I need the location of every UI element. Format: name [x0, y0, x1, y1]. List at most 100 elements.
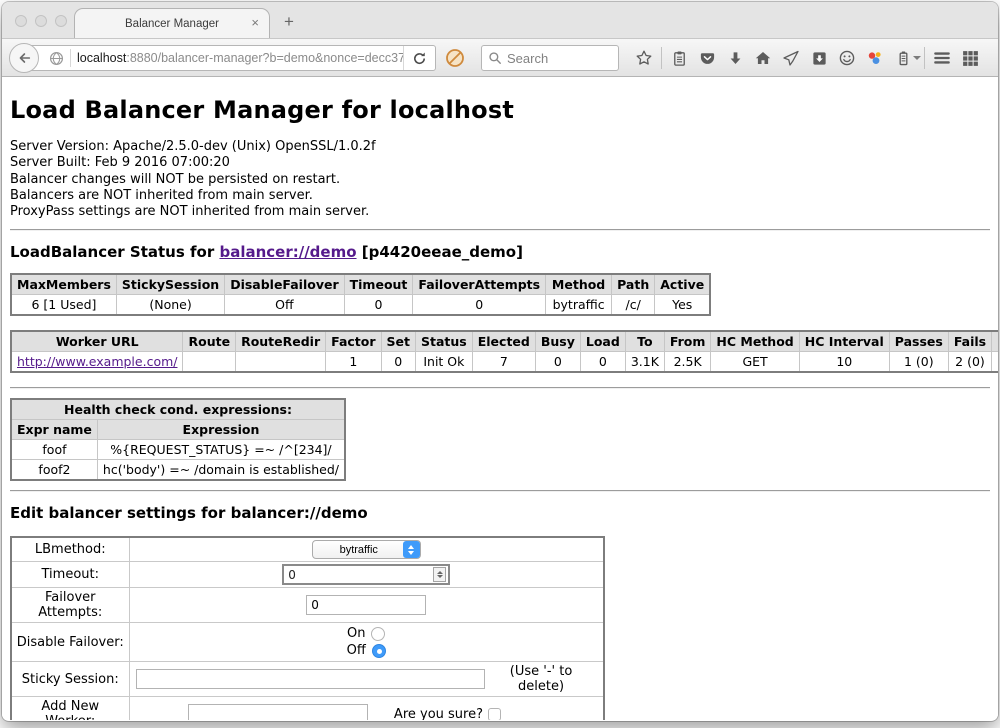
tab-title: Balancer Manager — [125, 18, 219, 30]
downloads-button[interactable] — [721, 39, 749, 77]
hamburger-menu-icon — [932, 48, 952, 68]
tab-close-icon[interactable]: × — [251, 16, 259, 30]
back-button[interactable] — [9, 43, 39, 73]
colored-dots-icon — [866, 49, 884, 67]
health-table-header-row: Expr name Expression — [11, 420, 345, 440]
bookmark-star-button[interactable] — [630, 39, 658, 77]
col-expr-name: Expr name — [11, 420, 97, 440]
save-panel-button[interactable] — [805, 39, 833, 77]
container-menu-caret-icon[interactable] — [913, 56, 921, 60]
number-spinner-icon[interactable] — [433, 567, 446, 582]
lbmethod-selected-value: bytraffic — [315, 544, 403, 556]
radio-on-label: On — [347, 626, 365, 641]
star-icon — [635, 49, 653, 67]
col-expression: Expression — [97, 420, 345, 440]
disable-failover-label: Disable Failover: — [11, 623, 129, 662]
search-input[interactable] — [507, 51, 603, 66]
lbmethod-select[interactable]: bytraffic — [312, 540, 421, 559]
server-version: Server Version: Apache/2.5.0-dev (Unix) … — [10, 139, 990, 155]
battery-icon — [895, 50, 912, 67]
failover-on-radio[interactable] — [371, 627, 385, 641]
browser-window: Balancer Manager × + localhost:8880/bala… — [2, 2, 998, 721]
reload-button[interactable] — [403, 46, 435, 70]
minimize-window-button[interactable] — [35, 15, 47, 27]
home-icon — [754, 49, 772, 67]
worker-url-link[interactable]: http://www.example.com/ — [17, 354, 177, 369]
tab-balancer-manager[interactable]: Balancer Manager × — [74, 8, 270, 38]
apps-grid-button[interactable] — [956, 39, 984, 77]
health-table-title: Health check cond. expressions: — [11, 399, 345, 420]
health-table-row: foof %{REQUEST_STATUS} =~ /^[234]/ — [11, 440, 345, 460]
val-to: 3.1K — [625, 352, 664, 373]
edit-settings-heading: Edit balancer settings for balancer://de… — [10, 504, 990, 522]
home-button[interactable] — [749, 39, 777, 77]
reload-icon — [412, 51, 427, 66]
tab-bar: Balancer Manager × + — [2, 2, 998, 38]
content-block-button[interactable] — [445, 48, 465, 68]
status-heading-prefix: LoadBalancer Status for — [10, 243, 219, 261]
close-window-button[interactable] — [15, 15, 27, 27]
col-elected: Elected — [472, 331, 535, 352]
toolbar-icons — [630, 39, 984, 77]
val-set: 0 — [381, 352, 415, 373]
are-you-sure-label: Are you sure? — [394, 707, 483, 720]
toolbar-separator — [924, 47, 925, 69]
failover-off-radio[interactable] — [372, 644, 386, 658]
health-table-row: foof2 hc('body') =~ /domain is establish… — [11, 460, 345, 481]
smiley-icon — [838, 49, 856, 67]
menu-button[interactable] — [928, 39, 956, 77]
url-text: localhost:8880/balancer-manager?b=demo&n… — [77, 51, 403, 65]
pocket-button[interactable] — [693, 39, 721, 77]
val-from: 2.5K — [664, 352, 711, 373]
site-globe-icon — [49, 51, 64, 66]
timeout-input[interactable]: 0 — [282, 564, 450, 585]
notice-proxypass: ProxyPass settings are NOT inherited fro… — [10, 204, 990, 220]
zoom-window-button[interactable] — [55, 15, 67, 27]
col-busy: Busy — [535, 331, 580, 352]
extension-dots-button[interactable] — [861, 39, 889, 77]
reading-list-button[interactable] — [665, 39, 693, 77]
search-icon — [488, 51, 502, 65]
page-title: Load Balancer Manager for localhost — [10, 96, 990, 124]
col-disablefailover: DisableFailover — [225, 274, 344, 295]
page-content: Load Balancer Manager for localhost Serv… — [2, 77, 998, 720]
val-status: Init Ok — [416, 352, 473, 373]
col-worker-url: Worker URL — [11, 331, 183, 352]
val-hc-uri — [992, 352, 998, 373]
are-you-sure-checkbox[interactable] — [488, 708, 501, 720]
col-status: Status — [416, 331, 473, 352]
col-active: Active — [655, 274, 710, 295]
select-stepper-icon — [403, 541, 420, 558]
sticky-session-input[interactable] — [136, 669, 486, 689]
download-arrow-icon — [727, 50, 744, 67]
col-hc-interval: HC Interval — [799, 331, 889, 352]
col-routeredir: RouteRedir — [236, 331, 326, 352]
new-tab-button[interactable]: + — [284, 12, 294, 32]
hello-button[interactable] — [777, 39, 805, 77]
url-bar[interactable]: localhost:8880/balancer-manager?b=demo&n… — [24, 45, 436, 71]
balancer-settings-form: LBmethod: bytraffic Timeout: 0 — [10, 536, 605, 720]
add-worker-label: Add New Worker: — [11, 697, 129, 720]
val-hc-interval: 10 — [799, 352, 889, 373]
col-set: Set — [381, 331, 415, 352]
balancer-demo-link[interactable]: balancer://demo — [219, 243, 356, 261]
col-timeout: Timeout — [344, 274, 413, 295]
val-path: /c/ — [612, 295, 655, 316]
val-disablefailover: Off — [225, 295, 344, 316]
failover-attempts-input[interactable] — [306, 595, 426, 615]
val-expression-1: %{REQUEST_STATUS} =~ /^[234]/ — [97, 440, 345, 460]
notice-persist: Balancer changes will NOT be persisted o… — [10, 172, 990, 188]
server-info: Server Version: Apache/2.5.0-dev (Unix) … — [10, 139, 990, 220]
val-hc-method: GET — [711, 352, 799, 373]
section-divider — [10, 229, 990, 231]
search-bar[interactable] — [481, 45, 619, 71]
status-heading: LoadBalancer Status for balancer://demo … — [10, 243, 990, 261]
val-expr-name-1: foof — [11, 440, 97, 460]
val-method: bytraffic — [546, 295, 612, 316]
col-passes: Passes — [889, 331, 948, 352]
col-to: To — [625, 331, 664, 352]
add-worker-input[interactable] — [188, 704, 368, 720]
url-host: localhost — [77, 51, 126, 65]
val-expression-2: hc('body') =~ /domain is established/ — [97, 460, 345, 481]
feedback-button[interactable] — [833, 39, 861, 77]
